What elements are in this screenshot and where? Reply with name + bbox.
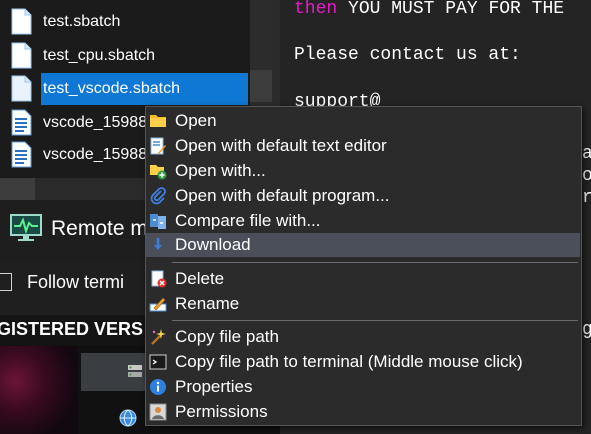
menu-item-open-text-editor[interactable]: Open with default text editor [146,134,580,158]
menu-item-copy-path[interactable]: Copy file path [146,325,580,349]
menu-item-open-with[interactable]: Open with... [146,159,580,183]
file-item[interactable]: test_cpu.sbatch [0,40,250,72]
magic-wand-icon [151,329,166,345]
follow-terminal-checkbox[interactable] [0,273,12,291]
file-item-selected[interactable]: test_vscode.sbatch [0,73,250,105]
menu-item-permissions[interactable]: Permissions [146,400,580,424]
terminal-fragment: r [582,188,591,208]
menu-item-open-default-program[interactable]: Open with default program... [146,184,580,208]
folder-icon [150,115,166,127]
terminal-fragment: a [582,144,591,164]
menu-item-label: Download [175,235,251,254]
terminal-text: YOU MUST PAY FOR THE [337,0,565,19]
menu-item-label: Rename [175,294,240,313]
download-icon [154,238,162,250]
menu-item-label: Open [175,111,217,130]
paperclip-icon [150,187,166,205]
terminal-fragment: g [582,320,591,340]
promo-image [0,346,78,434]
text-file-icon [11,141,32,168]
menu-item-label: Permissions [175,402,268,421]
menu-item-label: Properties [175,377,253,396]
menu-separator [172,320,578,321]
menu-item-compare[interactable]: Compare file with... [146,209,580,233]
file-icon [11,75,32,102]
text-editor-icon [150,137,166,155]
tools-button[interactable] [81,353,151,391]
menu-item-label: Copy file path [175,327,279,346]
menu-item-copy-path-terminal[interactable]: Copy file path to terminal (Middle mouse… [146,350,580,374]
permissions-icon [149,403,167,421]
network-globe-icon [119,409,137,427]
remote-monitoring-label: Remote m [51,217,148,240]
open-with-icon [150,165,167,180]
terminal-fragment: o [582,166,591,186]
delete-icon [151,270,167,288]
monitor-icon [10,214,42,241]
menu-item-label: Copy file path to terminal (Middle mouse… [175,352,523,371]
menu-separator [172,262,578,263]
menu-item-label: Delete [175,269,225,288]
file-name: vscode_15988 [43,114,148,131]
menu-item-properties[interactable]: Properties [146,375,580,399]
terminal-icon [149,354,167,370]
file-icon [11,8,32,35]
text-file-icon [11,109,32,136]
vertical-scrollbar-thumb[interactable] [250,70,272,102]
file-item[interactable]: test.sbatch [0,6,250,38]
menu-item-label: Open with default text editor [175,136,387,155]
registered-version-title: GISTERED VERS [0,319,144,339]
menu-item-download[interactable]: Download [146,233,580,257]
file-name: test_vscode.sbatch [43,80,180,97]
file-icon [11,42,32,69]
terminal-line: Please contact us at: [294,45,521,65]
menu-item-rename[interactable]: Rename [146,292,580,316]
menu-item-label: Compare file with... [175,211,321,230]
file-name: vscode_15988 [43,146,148,163]
menu-item-label: Open with default program... [175,186,390,205]
terminal-keyword: then [294,0,338,19]
horizontal-scrollbar-thumb[interactable] [0,178,35,200]
menu-item-label: Open with... [175,161,266,180]
menu-item-open[interactable]: Open [146,109,580,133]
file-name: test.sbatch [43,13,121,30]
menu-item-delete[interactable]: Delete [146,267,580,291]
terminal-line: then YOU MUST PAY FOR THE [294,0,564,19]
compare-icon [150,214,166,229]
follow-terminal-label: Follow termi [27,272,125,292]
file-name: test_cpu.sbatch [43,47,156,64]
info-icon [150,379,166,395]
rename-icon [149,297,167,312]
server-icon [128,365,142,377]
